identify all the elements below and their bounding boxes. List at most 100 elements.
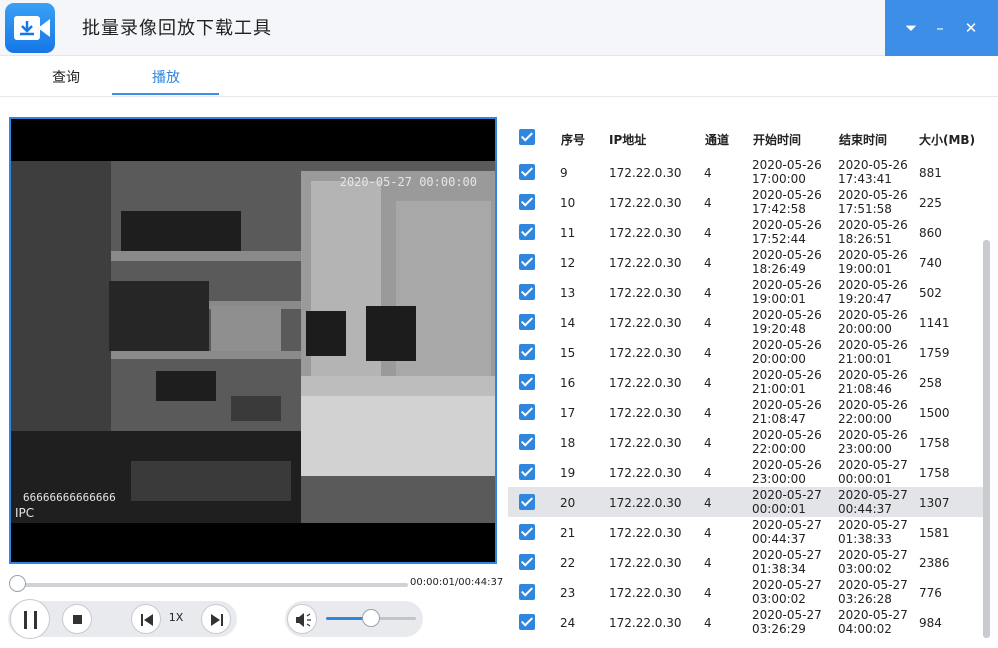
cell-end-time: 2020-05-27 01:38:33: [838, 518, 908, 546]
header-end-time: 结束时间: [839, 133, 888, 147]
table-row[interactable]: 13 172.22.0.30 4 2020-05-26 19:00:01 2020-05-…: [508, 277, 988, 307]
start-date: 2020-05-26: [752, 248, 822, 262]
cell-channel: 4: [704, 286, 712, 300]
progress-knob[interactable]: [9, 575, 26, 592]
speed-label[interactable]: 1X: [165, 611, 187, 624]
cell-index: 11: [560, 226, 576, 240]
row-checkbox[interactable]: [519, 584, 535, 600]
end-clock: 01:38:33: [838, 532, 892, 546]
title-bar: 批量录像回放下载工具 ⏷ – ✕: [0, 0, 998, 56]
table-row[interactable]: 11 172.22.0.30 4 2020-05-26 17:52:44 2020-05-…: [508, 217, 988, 247]
pause-button[interactable]: [10, 599, 50, 639]
row-checkbox[interactable]: [519, 194, 535, 210]
cell-ip: 172.22.0.30: [609, 616, 682, 630]
row-checkbox[interactable]: [519, 224, 535, 240]
end-clock: 21:08:46: [838, 382, 892, 396]
end-date: 2020-05-26: [838, 188, 908, 202]
select-all-checkbox[interactable]: [519, 129, 535, 145]
table-row[interactable]: 21 172.22.0.30 4 2020-05-27 00:44:37 2020-05-…: [508, 517, 988, 547]
row-checkbox[interactable]: [519, 344, 535, 360]
table-row[interactable]: 17 172.22.0.30 4 2020-05-26 21:08:47 2020-05-…: [508, 397, 988, 427]
cell-end-time: 2020-05-26 20:00:00: [838, 308, 908, 336]
table-row[interactable]: 23 172.22.0.30 4 2020-05-27 03:00:02 2020-05-…: [508, 577, 988, 607]
table-row[interactable]: 9 172.22.0.30 4 2020-05-26 17:00:00 2020-05-2…: [508, 157, 988, 187]
dropdown-icon[interactable]: ⏷: [897, 14, 925, 42]
cell-start-time: 2020-05-27 00:44:37: [752, 518, 822, 546]
player-panel: 2020-05-27 00:00:00 66666666666666 IPC 0…: [0, 97, 508, 648]
tab-query[interactable]: 查询: [12, 67, 120, 87]
cell-start-time: 2020-05-26 23:00:00: [752, 458, 822, 486]
row-checkbox[interactable]: [519, 404, 535, 420]
vertical-scrollbar[interactable]: [983, 240, 990, 638]
table-row[interactable]: 14 172.22.0.30 4 2020-05-26 19:20:48 2020-05-…: [508, 307, 988, 337]
video-viewport[interactable]: 2020-05-27 00:00:00 66666666666666 IPC: [9, 117, 497, 564]
table-row[interactable]: 22 172.22.0.30 4 2020-05-27 01:38:34 2020-05-…: [508, 547, 988, 577]
row-checkbox[interactable]: [519, 284, 535, 300]
table-row[interactable]: 15 172.22.0.30 4 2020-05-26 20:00:00 2020-05-…: [508, 337, 988, 367]
close-button[interactable]: ✕: [957, 14, 985, 42]
start-clock: 19:20:48: [752, 322, 806, 336]
table-row[interactable]: 20 172.22.0.30 4 2020-05-27 00:00:01 2020-05-…: [508, 487, 988, 517]
row-checkbox[interactable]: [519, 254, 535, 270]
row-checkbox[interactable]: [519, 524, 535, 540]
end-clock: 19:20:47: [838, 292, 892, 306]
row-checkbox[interactable]: [519, 314, 535, 330]
cell-start-time: 2020-05-26 21:08:47: [752, 398, 822, 426]
header-size: 大小(MB): [919, 133, 976, 147]
row-checkbox[interactable]: [519, 164, 535, 180]
cell-size: 502: [919, 286, 942, 300]
cell-size: 1500: [919, 406, 950, 420]
previous-button[interactable]: [131, 604, 161, 634]
stop-button[interactable]: [62, 604, 92, 634]
speaker-icon: [296, 613, 311, 627]
pause-icon: [24, 611, 37, 629]
table-row[interactable]: 18 172.22.0.30 4 2020-05-26 22:00:00 2020-05-…: [508, 427, 988, 457]
cell-channel: 4: [704, 526, 712, 540]
start-clock: 17:00:00: [752, 172, 806, 186]
cell-size: 2386: [919, 556, 950, 570]
table-row[interactable]: 24 172.22.0.30 4 2020-05-27 03:26:29 2020-05-…: [508, 607, 988, 637]
start-clock: 00:44:37: [752, 532, 806, 546]
table-row[interactable]: 16 172.22.0.30 4 2020-05-26 21:00:01 2020-05-…: [508, 367, 988, 397]
table-row[interactable]: 19 172.22.0.30 4 2020-05-26 23:00:00 2020-05-…: [508, 457, 988, 487]
row-checkbox[interactable]: [519, 374, 535, 390]
cell-ip: 172.22.0.30: [609, 526, 682, 540]
recording-list-panel: 序号 IP地址 通道 开始时间 结束时间 大小(MB) 9 172.22.0.30…: [508, 97, 998, 648]
minimize-button[interactable]: –: [926, 14, 954, 42]
row-checkbox[interactable]: [519, 464, 535, 480]
row-checkbox[interactable]: [519, 614, 535, 630]
cell-channel: 4: [704, 376, 712, 390]
table-row[interactable]: 12 172.22.0.30 4 2020-05-26 18:26:49 2020-05-…: [508, 247, 988, 277]
tab-playback[interactable]: 播放: [112, 67, 220, 87]
start-clock: 01:38:34: [752, 562, 806, 576]
end-clock: 00:00:01: [838, 472, 892, 486]
cell-channel: 4: [704, 226, 712, 240]
cell-index: 12: [560, 256, 576, 270]
window-controls: ⏷ – ✕: [885, 0, 998, 56]
table-row[interactable]: 10 172.22.0.30 4 2020-05-26 17:42:58 2020-05-…: [508, 187, 988, 217]
cell-start-time: 2020-05-27 00:00:01: [752, 488, 822, 516]
cell-start-time: 2020-05-26 20:00:00: [752, 338, 822, 366]
cell-size: 1758: [919, 436, 950, 450]
next-button[interactable]: [201, 604, 231, 634]
start-date: 2020-05-26: [752, 218, 822, 232]
row-checkbox[interactable]: [519, 494, 535, 510]
row-checkbox[interactable]: [519, 434, 535, 450]
cell-channel: 4: [704, 466, 712, 480]
skip-next-icon: [211, 614, 223, 626]
mute-button[interactable]: [287, 604, 317, 634]
progress-track[interactable]: [16, 583, 408, 587]
volume-knob[interactable]: [362, 609, 380, 627]
skip-previous-icon: [141, 614, 153, 626]
cell-ip: 172.22.0.30: [609, 376, 682, 390]
start-clock: 21:08:47: [752, 412, 806, 426]
end-clock: 22:00:00: [838, 412, 892, 426]
row-checkbox[interactable]: [519, 554, 535, 570]
cell-ip: 172.22.0.30: [609, 316, 682, 330]
cell-ip: 172.22.0.30: [609, 466, 682, 480]
cell-end-time: 2020-05-27 00:44:37: [838, 488, 908, 516]
cell-end-time: 2020-05-27 03:00:02: [838, 548, 908, 576]
start-clock: 19:00:01: [752, 292, 806, 306]
cell-index: 23: [560, 586, 576, 600]
cell-end-time: 2020-05-26 19:00:01: [838, 248, 908, 276]
